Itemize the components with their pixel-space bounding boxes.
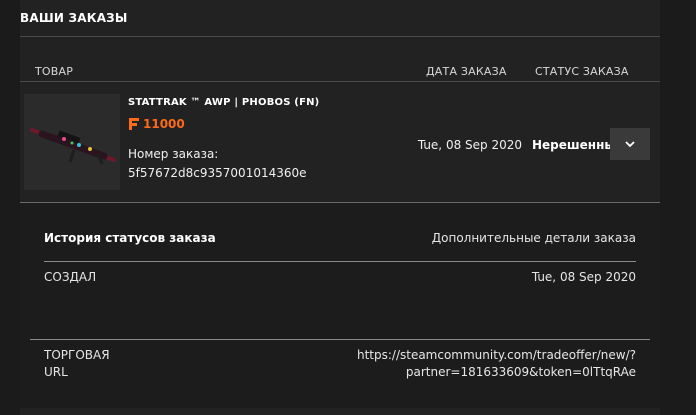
order-details-panel: История статусов заказа Дополнительные д…	[20, 202, 660, 408]
details-divider	[30, 339, 650, 340]
product-image[interactable]	[24, 94, 120, 190]
orders-panel: ВАШИ ЗАКАЗЫ ТОВАР ДАТА ЗАКАЗА СТАТУС ЗАК…	[20, 0, 660, 415]
additional-details-title: Дополнительные детали заказа	[431, 231, 636, 245]
column-header-status: СТАТУС ЗАКАЗА	[535, 65, 629, 78]
title-divider	[20, 36, 660, 37]
product-price: 11000	[128, 117, 185, 131]
awp-rifle-icon	[30, 128, 116, 165]
order-number-label: Номер заказа:	[128, 147, 219, 161]
header-divider	[20, 81, 660, 82]
expand-details-button[interactable]	[610, 128, 650, 160]
column-header-product: ТОВАР	[35, 65, 74, 78]
trade-url-line2[interactable]: partner=181633609&token=0lTtqRAe	[357, 365, 636, 379]
order-number: 5f57672d8c9357001014360e	[128, 166, 307, 180]
history-divider	[44, 261, 636, 262]
product-name[interactable]: STATTRAK ™ AWP | PHOBOS (FN)	[128, 97, 319, 108]
order-date: Tue, 08 Sep 2020	[417, 138, 522, 152]
created-date: Tue, 08 Sep 2020	[531, 270, 636, 284]
currency-f-icon	[129, 118, 139, 130]
trade-label-line2: URL	[44, 365, 68, 379]
trade-url-label: ТОРГОВАЯ URL	[44, 348, 110, 379]
price-value: 11000	[143, 117, 185, 131]
order-status: Нерешенный	[532, 138, 610, 152]
column-header-date: ДАТА ЗАКАЗА	[426, 65, 507, 78]
trade-url-value[interactable]: https://steamcommunity.com/tradeoffer/ne…	[357, 348, 636, 379]
created-label: СОЗДАЛ	[44, 270, 97, 284]
chevron-down-icon	[625, 140, 635, 147]
trade-label-line1: ТОРГОВАЯ	[44, 348, 110, 362]
status-history-title: История статусов заказа	[44, 231, 216, 245]
trade-url-line1[interactable]: https://steamcommunity.com/tradeoffer/ne…	[357, 348, 636, 362]
page-title: ВАШИ ЗАКАЗЫ	[20, 11, 128, 25]
